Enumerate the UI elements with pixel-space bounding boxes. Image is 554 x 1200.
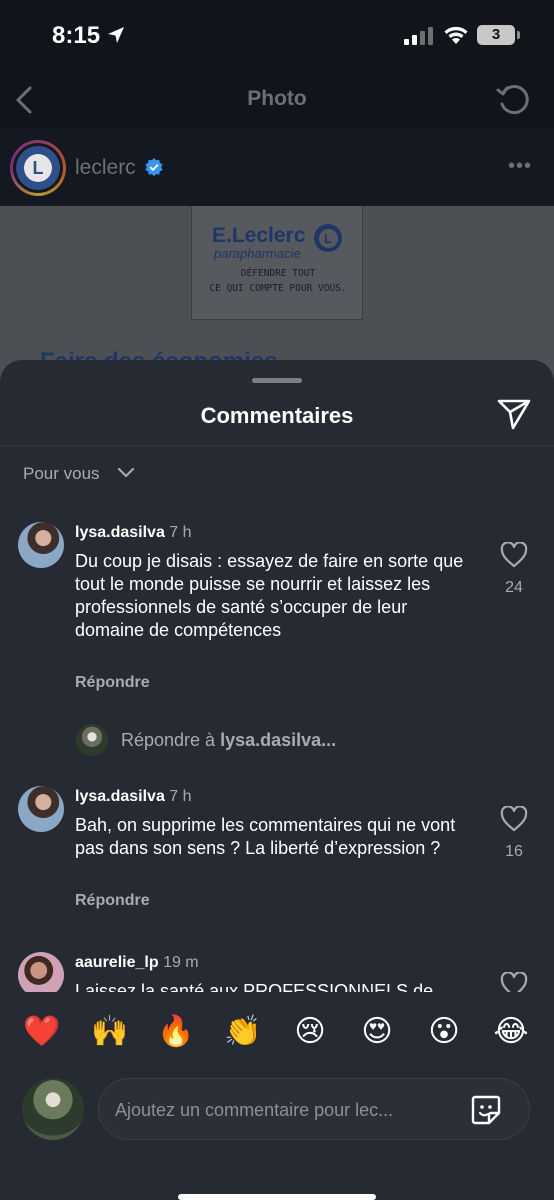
- reply-prompt-target: lysa.dasilva...: [220, 730, 337, 750]
- emoji-crying[interactable]: 😢: [290, 1014, 330, 1050]
- reply-prompt-prefix: Répondre à: [121, 730, 216, 750]
- emoji-heart-eyes[interactable]: 😍: [357, 1014, 397, 1050]
- sticker-icon[interactable]: [469, 1093, 503, 1127]
- comment-header: aaurelie_lp 19 m: [75, 954, 199, 972]
- account-logo-letter: L: [24, 154, 52, 182]
- comment-text: Bah, on supprime les commentaires qui ne…: [75, 815, 456, 858]
- reply-avatar: [76, 724, 108, 756]
- emoji-clapping[interactable]: 👏: [223, 1014, 263, 1050]
- emoji-raising-hands[interactable]: 🙌: [90, 1014, 130, 1050]
- brand-tagline: DÉFENDRE TOUT CE QUI COMPTE POUR VOUS.: [192, 266, 364, 296]
- commenter-avatar[interactable]: [18, 786, 64, 832]
- post-author-bar: L leclerc •••: [0, 128, 554, 206]
- battery-indicator: 3: [477, 25, 515, 45]
- comment-header: lysa.dasilva 7 h: [75, 524, 192, 542]
- emoji-heart[interactable]: ❤️: [22, 1014, 62, 1050]
- reply-button[interactable]: Répondre: [75, 892, 150, 910]
- cellular-signal-icon: [404, 27, 433, 45]
- leclerc-logo-letter: L: [318, 228, 338, 248]
- comment-input[interactable]: [115, 1097, 455, 1123]
- status-bar: 8:15 3: [0, 0, 554, 72]
- emoji-surprised[interactable]: 😮: [424, 1014, 464, 1050]
- brand-tagline-line-2: CE QUI COMPTE POUR VOUS.: [209, 283, 347, 294]
- page-title: Photo: [247, 87, 307, 110]
- leclerc-logo-icon: L: [314, 224, 342, 252]
- commenter-username[interactable]: lysa.dasilva: [75, 524, 165, 541]
- verified-badge-icon: [145, 158, 163, 176]
- sort-dropdown[interactable]: Pour vous: [23, 464, 100, 484]
- comment-time: 7 h: [169, 524, 192, 541]
- chevron-down-icon[interactable]: [117, 466, 135, 480]
- commenter-username[interactable]: lysa.dasilva: [75, 788, 165, 805]
- sheet-title: Commentaires: [200, 403, 354, 428]
- comment-header: lysa.dasilva 7 h: [75, 788, 192, 806]
- refresh-icon[interactable]: [494, 80, 534, 120]
- comment-clip: aaurelie_lp 19 m Laissez la santé aux PR…: [0, 950, 554, 996]
- leclerc-logo-card: E.Leclerc L parapharmacie DÉFENDRE TOUT …: [191, 206, 363, 320]
- top-nav-bar: Photo: [0, 72, 554, 128]
- account-avatar[interactable]: L: [10, 140, 66, 196]
- commenter-avatar[interactable]: [18, 522, 64, 568]
- current-user-avatar: [22, 1078, 84, 1140]
- wifi-icon: [444, 26, 468, 44]
- commenter-username[interactable]: aaurelie_lp: [75, 954, 159, 971]
- reply-prompt-text: Répondre à lysa.dasilva...: [121, 730, 336, 751]
- comment-time: 19 m: [163, 954, 199, 971]
- like-count: 16: [505, 843, 523, 860]
- emoji-fire[interactable]: 🔥: [156, 1014, 196, 1050]
- commenter-avatar[interactable]: [18, 952, 64, 996]
- comments-sheet: Commentaires Pour vous lysa.dasilva 7 h …: [0, 360, 554, 1200]
- sheet-grabber[interactable]: [252, 378, 302, 383]
- like-count: 24: [505, 579, 523, 596]
- comment-composer: [0, 1072, 554, 1200]
- brand-name: E.Leclerc: [212, 224, 306, 247]
- sheet-divider: [0, 445, 554, 446]
- location-arrow-icon: [108, 27, 124, 43]
- emoji-laughing[interactable]: 😂: [491, 1014, 531, 1050]
- heart-icon[interactable]: [500, 542, 528, 568]
- emoji-quick-bar: ❤️ 🙌 🔥 👏 😢 😍 😮 😂: [0, 992, 554, 1072]
- status-time: 8:15: [52, 22, 101, 49]
- account-username[interactable]: leclerc: [75, 156, 136, 180]
- battery-tip: [517, 31, 520, 39]
- share-send-icon[interactable]: [496, 398, 532, 430]
- heart-icon[interactable]: [500, 806, 528, 832]
- brand-subtitle: parapharmacie: [214, 246, 301, 261]
- home-indicator: [178, 1194, 376, 1200]
- comment-input-box[interactable]: [98, 1078, 530, 1140]
- comment-text: Du coup je disais : essayez de faire en …: [75, 551, 464, 640]
- brand-tagline-line-1: DÉFENDRE TOUT: [240, 268, 316, 279]
- reply-prompt[interactable]: Répondre à lysa.dasilva...: [76, 724, 476, 758]
- more-options-icon[interactable]: •••: [508, 155, 532, 178]
- comment-time: 7 h: [169, 788, 192, 805]
- reply-button[interactable]: Répondre: [75, 674, 150, 692]
